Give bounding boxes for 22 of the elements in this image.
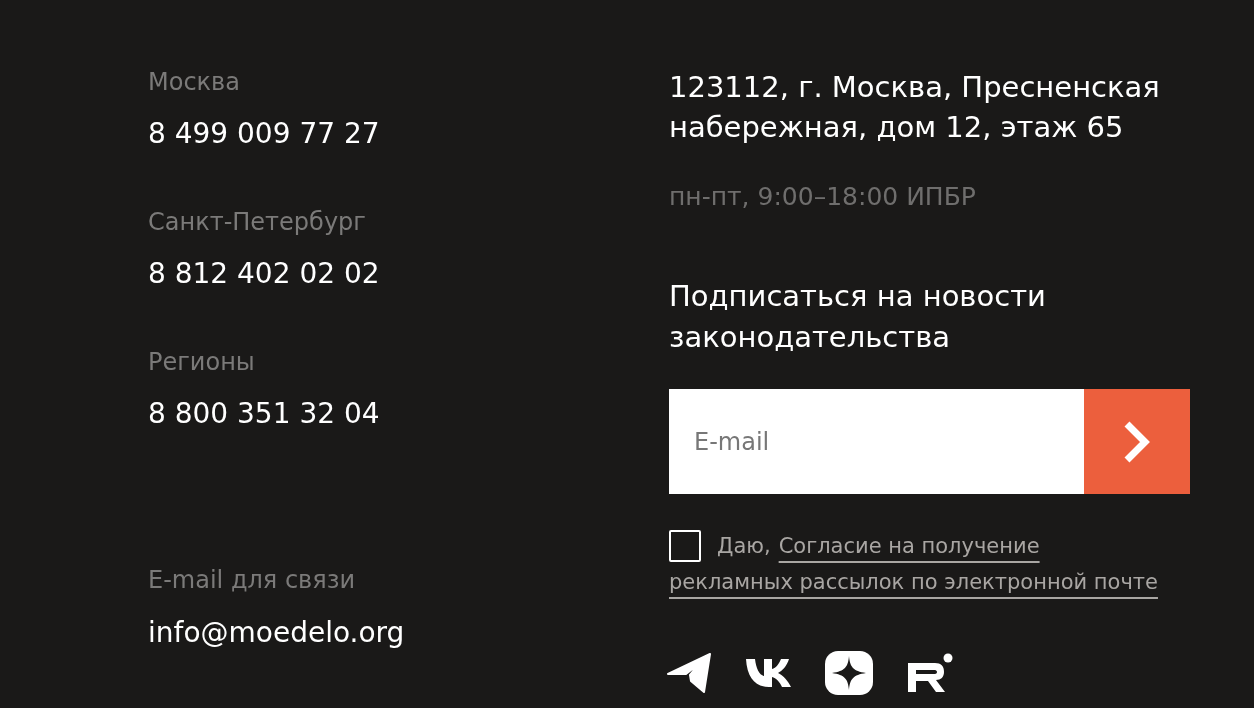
consent-link[interactable]: Согласие на получение <box>778 528 1040 564</box>
phone-link[interactable]: 8 812 402 02 02 <box>148 256 380 292</box>
submit-button[interactable] <box>1084 389 1190 494</box>
vk-icon[interactable] <box>745 658 791 688</box>
email-label: E-mail для связи <box>148 565 355 596</box>
chevron-right-icon <box>1123 420 1151 463</box>
email-link[interactable]: info@moedelo.org <box>148 615 405 651</box>
phone-link[interactable]: 8 499 009 77 27 <box>148 116 380 152</box>
address-text: 123112, г. Москва, Пресненская набережная, дом 12, этаж 65 <box>669 69 1161 146</box>
email-field[interactable]: E-mail <box>669 389 1084 494</box>
city-label: Москва <box>148 67 240 98</box>
phone-link[interactable]: 8 800 351 32 04 <box>148 396 380 432</box>
subscribe-heading: Подписаться на новости законодательства <box>669 278 1047 356</box>
consent-text: Даю, <box>717 533 771 560</box>
consent-checkbox[interactable] <box>669 530 701 562</box>
city-label: Санкт-Петербург <box>148 207 366 238</box>
city-label: Регионы <box>148 347 255 378</box>
r-letter-icon[interactable] <box>907 653 954 693</box>
paper-plane-icon[interactable] <box>667 653 711 693</box>
consent-link[interactable]: рекламных рассылок по электронной почте <box>669 564 1158 600</box>
sparkle-icon[interactable] <box>825 651 873 695</box>
working-hours: пн-пт, 9:00–18:00 ИПБР <box>669 181 976 213</box>
